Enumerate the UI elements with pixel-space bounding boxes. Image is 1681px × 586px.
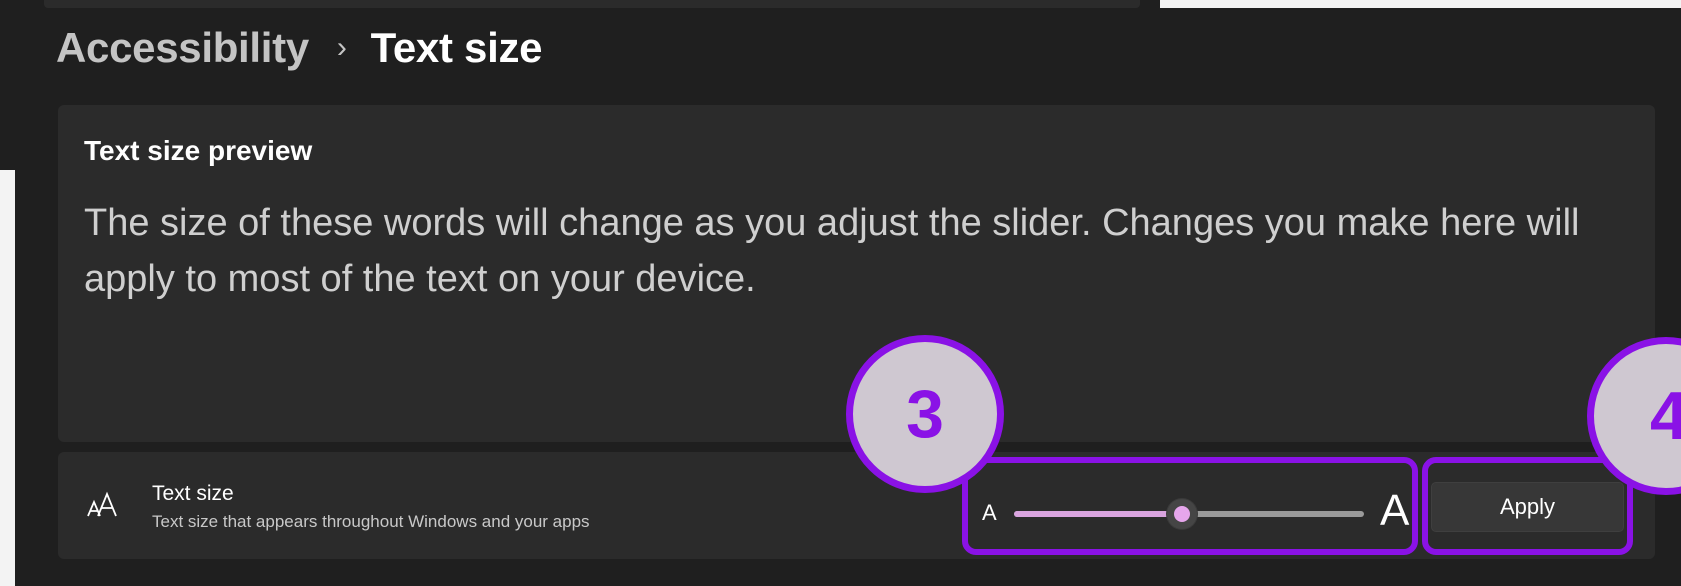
setting-description: Text size that appears throughout Window… [152,512,590,531]
page-title: Text size [370,24,543,71]
highlight-slider-box [962,457,1418,555]
setting-label: Text size [152,482,234,505]
background-window-left [0,170,15,586]
breadcrumb: Accessibility › Text size [56,18,543,78]
top-window-edge [44,0,1140,8]
breadcrumb-chevron-icon: › [336,31,347,64]
callout-badge-3: 3 [846,335,1004,493]
highlight-apply-box [1422,457,1633,555]
preview-text: The size of these words will change as y… [84,202,1580,300]
preview-title: Text size preview [84,135,313,166]
text-size-icon [86,490,126,520]
background-window-top-right [1160,0,1681,8]
breadcrumb-accessibility[interactable]: Accessibility [56,24,309,72]
